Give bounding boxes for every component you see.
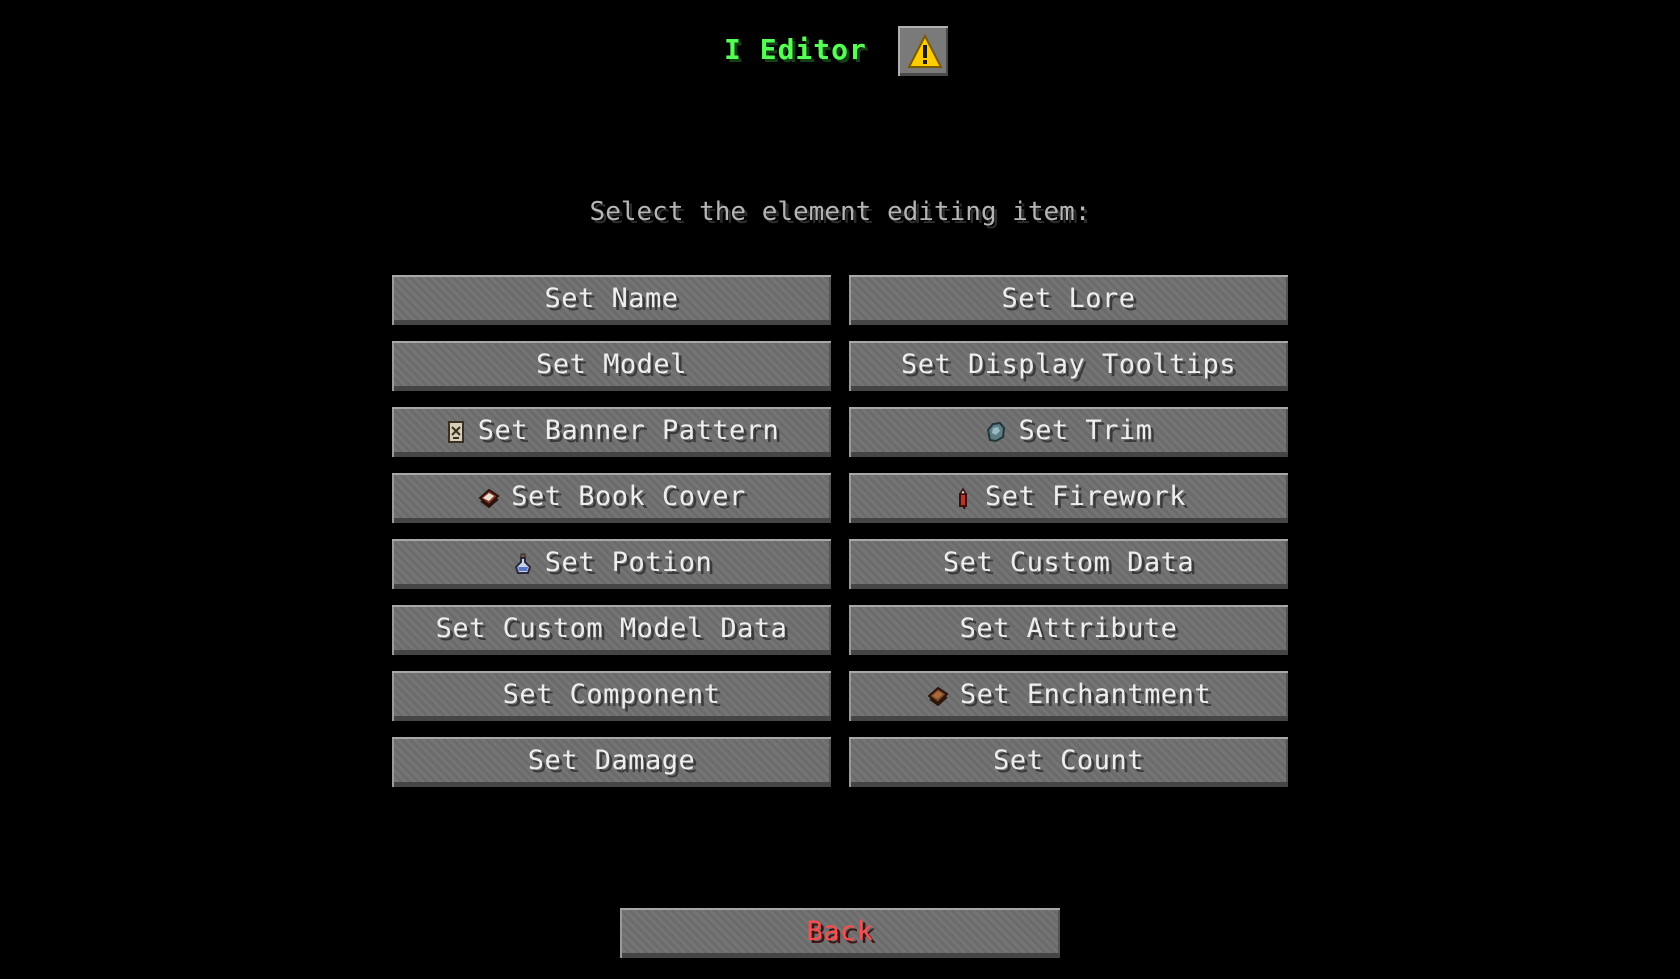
- button-label: Set Component: [502, 678, 721, 710]
- armor-trim-icon: [987, 421, 1006, 443]
- set-attribute-button[interactable]: Set Attribute: [847, 603, 1290, 657]
- back-button-label: Back: [806, 915, 874, 947]
- button-label: Set Potion: [544, 546, 713, 578]
- set-component-button[interactable]: Set Component: [390, 669, 833, 723]
- set-firework-button[interactable]: Set Firework: [847, 471, 1290, 525]
- button-label: Set Firework: [984, 480, 1187, 512]
- set-display-tooltips-button[interactable]: Set Display Tooltips: [847, 339, 1290, 393]
- set-name-button[interactable]: Set Name: [390, 273, 833, 327]
- set-trim-button[interactable]: Set Trim: [847, 405, 1290, 459]
- instruction-text: Select the element editing item:: [589, 197, 1091, 227]
- button-label: Set Name: [544, 282, 679, 314]
- set-model-button[interactable]: Set Model: [390, 339, 833, 393]
- button-label: Set Custom Data: [942, 546, 1195, 578]
- warning-icon: [907, 34, 943, 68]
- set-banner-pattern-button[interactable]: Set Banner Pattern: [390, 405, 833, 459]
- set-lore-button[interactable]: Set Lore: [847, 273, 1290, 327]
- button-label: Set Custom Model Data: [435, 612, 788, 644]
- book-icon: [478, 488, 500, 509]
- button-label: Set Banner Pattern: [477, 414, 780, 446]
- button-label: Set Lore: [1001, 282, 1136, 314]
- button-label: Set Trim: [1018, 414, 1153, 446]
- warning-button[interactable]: [896, 24, 950, 78]
- set-custom-data-button[interactable]: Set Custom Data: [847, 537, 1290, 591]
- enchanted-book-icon: [927, 686, 949, 707]
- firework-rocket-icon: [958, 487, 968, 510]
- title-bar: I Editor: [0, 24, 1680, 78]
- button-label: Set Model: [536, 348, 687, 380]
- button-label: Set Enchantment: [959, 678, 1212, 710]
- banner-pattern-icon: [447, 421, 464, 443]
- set-damage-button[interactable]: Set Damage: [390, 735, 833, 789]
- set-book-cover-button[interactable]: Set Book Cover: [390, 471, 833, 525]
- editor-options-grid: Set Name Set Lore Set Model Set Display …: [390, 273, 1290, 789]
- button-label: Set Attribute: [959, 612, 1178, 644]
- button-label: Set Display Tooltips: [900, 348, 1237, 380]
- button-label: Set Count: [993, 744, 1144, 776]
- button-label: Set Damage: [527, 744, 696, 776]
- set-custom-model-data-button[interactable]: Set Custom Model Data: [390, 603, 833, 657]
- set-enchantment-button[interactable]: Set Enchantment: [847, 669, 1290, 723]
- button-label: Set Book Cover: [511, 480, 746, 512]
- potion-icon: [514, 553, 531, 574]
- screen-title: I Editor: [724, 33, 867, 66]
- back-button[interactable]: Back: [618, 906, 1062, 960]
- set-count-button[interactable]: Set Count: [847, 735, 1290, 789]
- set-potion-button[interactable]: Set Potion: [390, 537, 833, 591]
